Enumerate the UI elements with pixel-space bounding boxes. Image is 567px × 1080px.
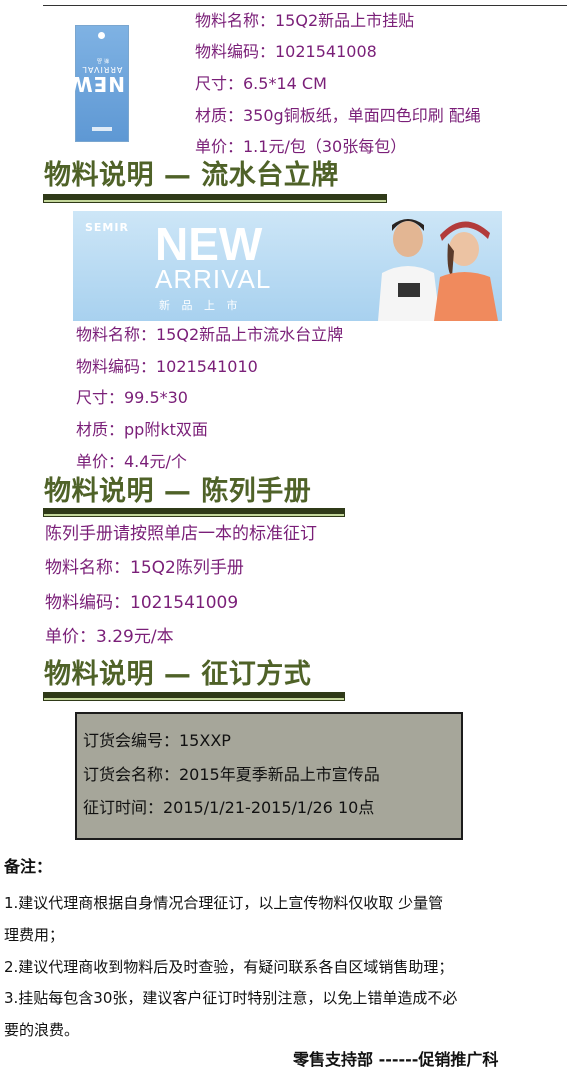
- banner-subline: ARRIVAL: [155, 264, 272, 294]
- section4-underline: [43, 692, 345, 701]
- item3-price: 单价：3.29元/本: [45, 627, 174, 647]
- item1-name: 物料名称：15Q2新品上市挂贴: [195, 11, 415, 30]
- item3-name: 物料名称：15Q2陈列手册: [45, 558, 244, 578]
- section3-title: 物料说明 — 陈列手册: [44, 476, 312, 507]
- item2-size: 尺寸：99.5*30: [76, 388, 188, 407]
- banner-cn-text: 新 品 上 市: [159, 299, 242, 312]
- item3-code: 物料编码：1021541009: [45, 593, 239, 613]
- banner-headline: NEW: [155, 218, 263, 270]
- order-code: 订货会编号：15XXP: [83, 731, 231, 750]
- order-info-box: 订货会编号：15XXP 订货会名称：2015年夏季新品上市宣传品 征订时间：20…: [75, 712, 463, 840]
- hangtag-text: NEW ARRIVAL 新品: [69, 56, 125, 96]
- item1-code: 物料编码：1021541008: [195, 42, 377, 61]
- item1-price: 单价：1.1元/包（30张每包）: [195, 137, 407, 156]
- banner-brand: SEMIR: [85, 221, 129, 234]
- banner-model-female: [434, 221, 498, 321]
- hangtag-subtitle: ARRIVAL: [81, 65, 123, 74]
- order-time: 征订时间：2015/1/21-2015/1/26 10点: [83, 798, 375, 817]
- item2-price: 单价：4.4元/个: [76, 452, 187, 471]
- hangtag-hole: [98, 32, 105, 39]
- section4-title: 物料说明 — 征订方式: [44, 659, 312, 690]
- notes-line1b: 理费用；: [4, 926, 65, 944]
- item2-name: 物料名称：15Q2新品上市流水台立牌: [76, 325, 344, 344]
- item2-material: 材质：pp附kt双面: [76, 420, 208, 439]
- top-divider: [43, 5, 567, 6]
- section3-underline: [43, 508, 345, 517]
- notes-line1a: 1.建议代理商根据自身情况合理征订，以上宣传物料仅收取 少量管: [4, 894, 444, 912]
- notes-line2: 2.建议代理商收到物料后及时查验，有疑问联系各自区域销售助理；: [4, 958, 454, 976]
- item1-size: 尺寸：6.5*14 CM: [195, 74, 327, 93]
- hangtag-tagline: 新品: [95, 57, 110, 63]
- order-name: 订货会名称：2015年夏季新品上市宣传品: [83, 765, 380, 784]
- counter-sign-banner: SEMIR NEW ARRIVAL 新 品 上 市: [73, 211, 502, 321]
- hangtag-logo: [92, 127, 112, 131]
- item1-material: 材质：350g铜板纸，单面四色印刷 配绳: [195, 106, 481, 125]
- notes-line3b: 要的浪费。: [4, 1021, 80, 1039]
- section2-underline: [43, 194, 387, 203]
- section3-instruction: 陈列手册请按照单店一本的标准征订: [45, 524, 317, 544]
- department-signature: 零售支持部 ------促销推广科: [293, 1050, 499, 1069]
- hangtag-image: NEW ARRIVAL 新品: [69, 25, 129, 142]
- notes-line3a: 3.挂贴每包含30张，建议客户征订时特别注意，以免上错单造成不必: [4, 989, 458, 1007]
- notes-heading: 备注：: [4, 857, 53, 876]
- hangtag-title: NEW: [69, 72, 125, 96]
- item2-code: 物料编码：1021541010: [76, 357, 258, 376]
- section2-title: 物料说明 — 流水台立牌: [44, 160, 339, 191]
